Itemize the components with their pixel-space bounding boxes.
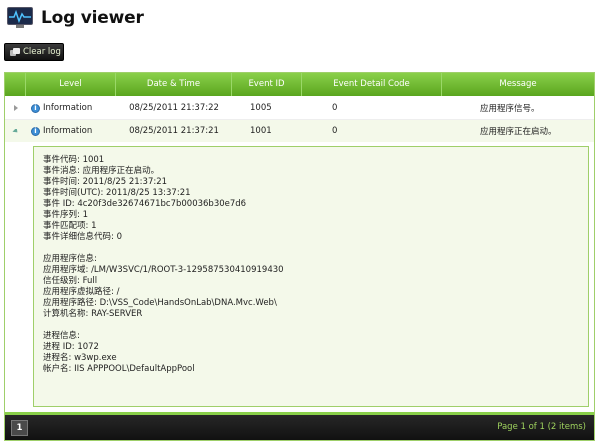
table-row[interactable]: i Information 08/25/2011 21:37:21 1001 0 … — [5, 120, 594, 142]
page-header: Log viewer — [7, 4, 144, 32]
header-datetime[interactable]: Date & Time — [116, 73, 232, 96]
monitor-pulse-icon — [7, 7, 33, 29]
detail-line: 事件消息: 应用程序正在启动。 — [43, 166, 160, 176]
detail-line: 应用程序信息: — [43, 254, 97, 264]
detail-line: 应用程序域: /LM/W3SVC/1/ROOT-3-12958753041091… — [43, 265, 284, 275]
detail-line: 事件时间: 2011/8/25 21:37:21 — [43, 177, 168, 187]
row-detail-code: 0 — [332, 103, 338, 113]
collapse-arrow-icon[interactable] — [11, 129, 20, 133]
detail-line: 进程信息: — [43, 331, 80, 341]
pager-info: Page 1 of 1 (2 items) — [497, 422, 586, 432]
clear-log-button[interactable]: Clear log — [4, 43, 64, 61]
clear-log-label: Clear log — [23, 47, 61, 57]
header-event-id[interactable]: Event ID — [232, 73, 302, 96]
detail-line: 事件时间(UTC): 2011/8/25 13:37:21 — [43, 188, 191, 198]
header-level[interactable]: Level — [26, 73, 116, 96]
page-button[interactable]: 1 — [11, 420, 28, 436]
detail-line: 帐户名: IIS APPPOOL\DefaultAppPool — [43, 364, 195, 374]
detail-line: 事件匹配项: 1 — [43, 221, 97, 231]
row-datetime: 08/25/2011 21:37:22 — [129, 103, 219, 113]
info-icon: i — [31, 126, 40, 136]
row-event-id: 1005 — [250, 103, 272, 113]
row-detail-code: 0 — [332, 126, 338, 136]
pager-divider — [5, 412, 594, 415]
table-row[interactable]: i Information 08/25/2011 21:37:22 1005 0 … — [5, 97, 594, 120]
detail-line: 进程名: w3wp.exe — [43, 353, 117, 363]
header-expand-column — [5, 73, 26, 96]
detail-line: 事件代码: 1001 — [43, 155, 105, 165]
pager-bar: 1 Page 1 of 1 (2 items) — [5, 412, 594, 440]
row-datetime: 08/25/2011 21:37:21 — [129, 126, 219, 136]
expand-arrow-icon[interactable] — [13, 105, 18, 111]
header-message[interactable]: Message — [442, 73, 594, 96]
detail-line: 计算机名称: RAY-SERVER — [43, 309, 143, 319]
detail-line: 事件 ID: 4c20f3de32674671bc7b00036b30e7d6 — [43, 199, 247, 209]
detail-spacer — [43, 320, 588, 331]
eraser-icon — [10, 48, 20, 56]
event-detail-panel: 事件代码: 1001 事件消息: 应用程序正在启动。 事件时间: 2011/8/… — [33, 146, 589, 407]
grid-header: Level Date & Time Event ID Event Detail … — [5, 73, 594, 96]
row-event-id: 1001 — [250, 126, 272, 136]
row-level: Information — [43, 126, 93, 136]
row-message: 应用程序信号。 — [480, 104, 540, 114]
info-icon: i — [31, 103, 40, 113]
detail-line: 信任级别: Full — [43, 276, 98, 286]
row-message: 应用程序正在启动。 — [480, 127, 557, 137]
detail-line: 应用程序路径: D:\VSS_Code\HandsOnLab\DNA.Mvc.W… — [43, 298, 277, 308]
header-detail-code[interactable]: Event Detail Code — [302, 73, 442, 96]
row-level: Information — [43, 103, 93, 113]
detail-line: 应用程序虚拟路径: / — [43, 287, 120, 297]
detail-line: 事件序列: 1 — [43, 210, 88, 220]
detail-line: 进程 ID: 1072 — [43, 342, 99, 352]
log-grid: Level Date & Time Event ID Event Detail … — [4, 72, 595, 441]
detail-line: 事件详细信息代码: 0 — [43, 232, 122, 242]
detail-spacer — [43, 243, 588, 254]
page-title: Log viewer — [41, 8, 144, 28]
